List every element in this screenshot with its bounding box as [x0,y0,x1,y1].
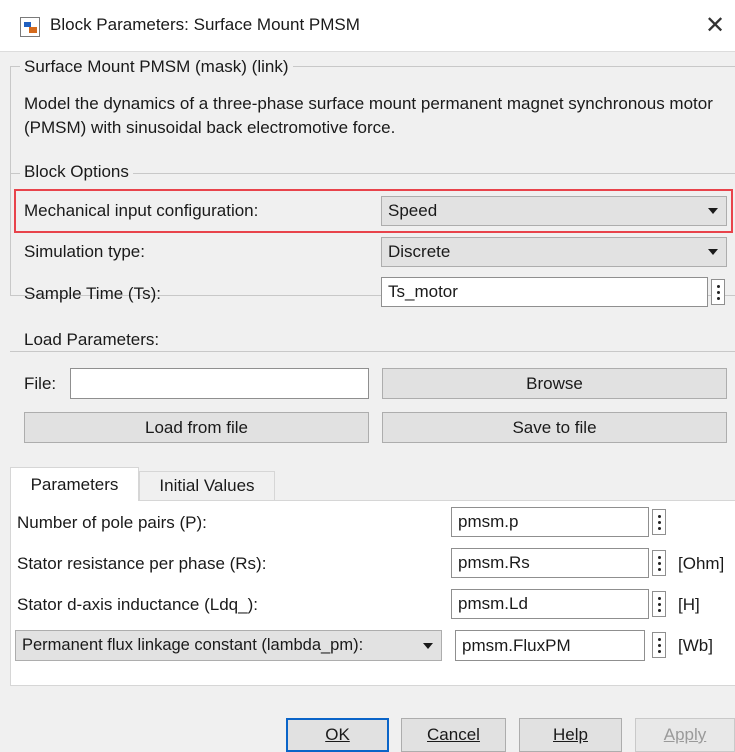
block-options-legend: Block Options [20,162,133,182]
flux-linkage-label: Permanent flux linkage constant (lambda_… [22,636,364,654]
cancel-button-label: Cancel [427,725,480,744]
stator-resistance-label: Stator resistance per phase (Rs): [17,554,267,573]
pole-pairs-input[interactable]: pmsm.p [451,507,649,537]
simulation-type-dropdown[interactable]: Discrete [381,237,727,267]
file-path-input[interactable] [70,368,369,399]
flux-linkage-input[interactable]: pmsm.FluxPM [455,630,645,661]
pole-pairs-label: Number of pole pairs (P): [17,513,207,532]
load-parameters-legend: Load Parameters: [20,330,164,350]
file-label: File: [24,374,57,393]
stator-inductance-label: Stator d-axis inductance (Ldq_): [17,595,258,614]
chevron-down-icon [708,249,718,255]
sample-time-label: Sample Time (Ts): [24,284,161,303]
ok-button-label: OK [325,725,350,744]
window-title: Block Parameters: Surface Mount PMSM [50,15,360,34]
more-options-icon[interactable] [652,591,666,617]
mask-group-legend: Surface Mount PMSM (mask) (link) [20,57,293,77]
stator-resistance-unit: [Ohm] [678,554,725,573]
cancel-button[interactable]: Cancel [401,718,506,752]
highlight-box [14,189,733,233]
stator-inductance-unit: [H] [678,595,700,614]
load-from-file-button[interactable]: Load from file [24,412,369,443]
simulink-block-icon [20,17,40,37]
stator-inductance-input[interactable]: pmsm.Ld [451,589,649,619]
stator-resistance-input[interactable]: pmsm.Rs [451,548,649,578]
apply-button-label: Apply [663,725,707,744]
save-to-file-button[interactable]: Save to file [382,412,727,443]
close-icon[interactable]: ✕ [700,10,730,40]
simulation-type-label: Simulation type: [24,242,145,261]
apply-button[interactable]: Apply [635,718,735,752]
block-description: Model the dynamics of a three-phase surf… [24,94,713,137]
ok-button[interactable]: OK [286,718,389,752]
help-button-label: Help [553,725,588,744]
more-options-icon[interactable] [652,632,666,658]
flux-linkage-parameter-dropdown[interactable]: Permanent flux linkage constant (lambda_… [15,630,442,661]
sample-time-input[interactable]: Ts_motor [381,277,708,307]
more-options-icon[interactable] [711,279,725,305]
more-options-icon[interactable] [652,550,666,576]
tab-initial-values[interactable]: Initial Values [139,471,275,501]
help-button[interactable]: Help [519,718,622,752]
chevron-down-icon [423,642,433,649]
browse-button[interactable]: Browse [382,368,727,399]
tab-parameters[interactable]: Parameters [10,467,139,501]
simulation-type-value: Discrete [388,242,451,261]
more-options-icon[interactable] [652,509,666,535]
flux-linkage-unit: [Wb] [678,636,713,655]
